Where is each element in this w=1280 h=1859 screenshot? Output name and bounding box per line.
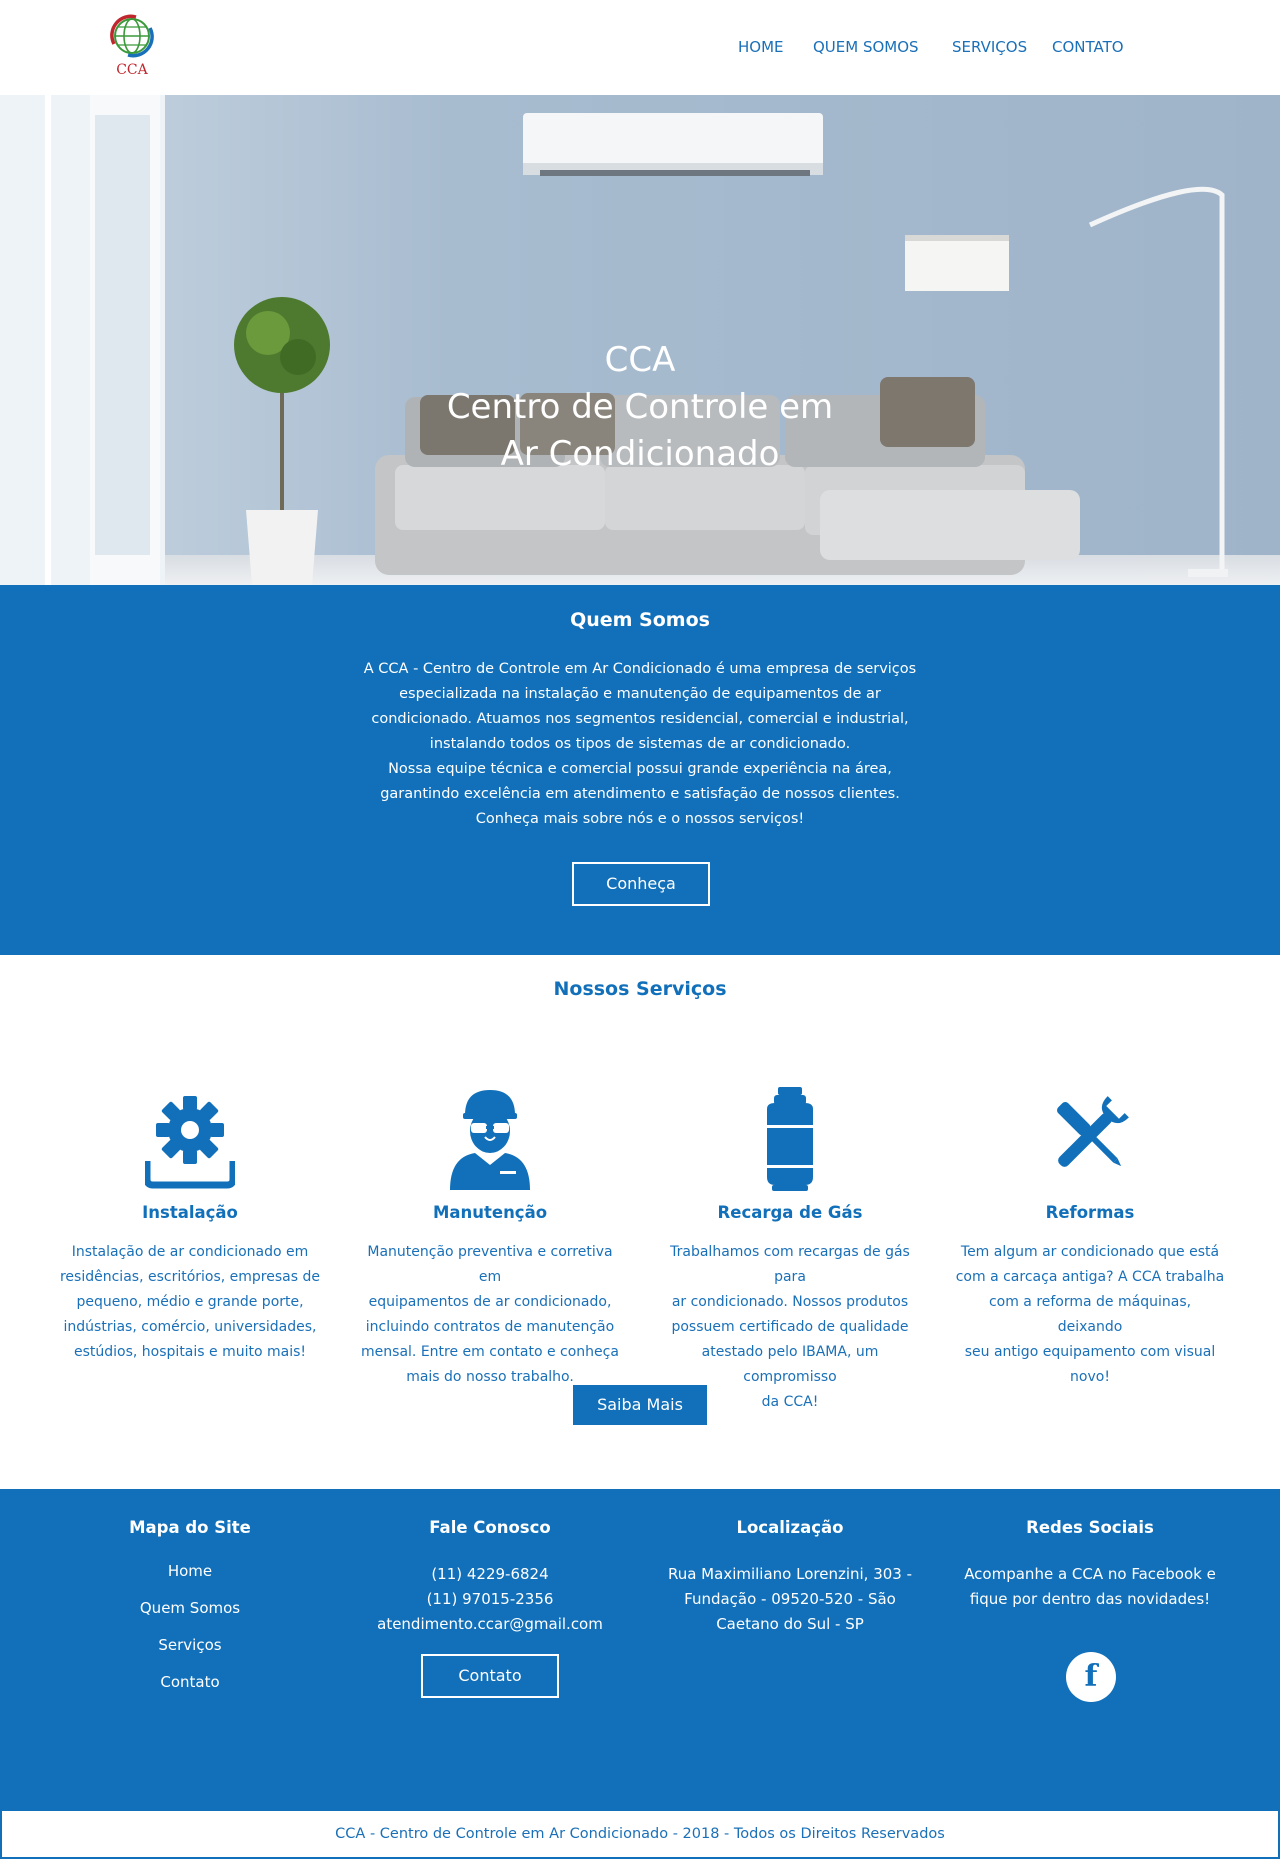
about-line: instalando todos os tipos de sistemas de… [429, 736, 851, 752]
sitemap-link-home[interactable]: Home [40, 1562, 340, 1580]
contact-email[interactable]: atendimento.ccar@gmail.com [340, 1612, 640, 1637]
copyright-text: CCA - Centro de Controle em Ar Condicion… [335, 1826, 945, 1842]
service-line: com a carcaça antiga? A CCA trabalha [955, 1269, 1225, 1285]
site-footer: Mapa do Site Home Quem Somos Serviços Co… [0, 1489, 1280, 1809]
copyright-bar: CCA - Centro de Controle em Ar Condicion… [0, 1809, 1280, 1859]
service-line: Tem algum ar condicionado que está [960, 1244, 1220, 1260]
technician-icon [445, 1085, 535, 1195]
about-line: Conheça mais sobre nós e o nossos serviç… [475, 811, 805, 827]
sitemap-link-contato[interactable]: Contato [40, 1673, 340, 1691]
contato-button[interactable]: Contato [421, 1654, 559, 1698]
service-text: Manutenção preventiva e corretiva em equ… [355, 1240, 625, 1390]
gas-cylinder-icon [745, 1085, 835, 1195]
social-lines: Acompanhe a CCA no Facebook e fique por … [940, 1562, 1240, 1612]
tools-icon [1045, 1085, 1135, 1195]
service-line: Trabalhamos com recargas de gás para [670, 1244, 910, 1285]
logo-text: CCA [116, 62, 148, 78]
service-line: atestado pelo IBAMA, um compromisso [701, 1344, 879, 1385]
service-line: seu antigo equipamento com visual [964, 1344, 1216, 1360]
contact-title: Fale Conosco [429, 1518, 551, 1537]
service-line: pequeno, médio e grande porte, [76, 1294, 304, 1310]
sitemap-link-servicos[interactable]: Serviços [40, 1636, 340, 1654]
sitemap-link-quem-somos[interactable]: Quem Somos [40, 1599, 340, 1617]
about-line: condicionado. Atuamos nos segmentos resi… [371, 711, 909, 727]
service-line: estúdios, hospitais e muito mais! [74, 1344, 306, 1360]
service-line: incluindo contratos de manutenção [365, 1319, 615, 1335]
about-line: garantindo excelência em atendimento e s… [380, 786, 900, 802]
service-line: novo! [1070, 1369, 1110, 1385]
site-header: CCA HOME QUEM SOMOS SERVIÇOS CONTATO [0, 0, 1280, 95]
about-line: especializada na instalação e manutenção… [399, 686, 881, 702]
address-line: Fundação - 09520-520 - São [684, 1590, 896, 1608]
service-title: Manutenção [432, 1203, 548, 1222]
nav-servicos[interactable]: SERVIÇOS [952, 38, 1027, 56]
social-title: Redes Sociais [1026, 1518, 1154, 1537]
social-line: fique por dentro das novidades! [969, 1590, 1211, 1608]
hero-title-line: Centro de Controle em [446, 387, 834, 427]
nav-home[interactable]: HOME [738, 38, 784, 56]
location-lines: Rua Maximiliano Lorenzini, 303 - Fundaçã… [640, 1562, 940, 1637]
about-section: Quem Somos A CCA - Centro de Controle em… [0, 585, 1280, 955]
conheca-button[interactable]: Conheça [572, 862, 710, 906]
service-title: Reformas [1045, 1203, 1135, 1222]
about-text: A CCA - Centro de Controle em Ar Condici… [360, 657, 920, 832]
address-line: Rua Maximiliano Lorenzini, 303 - [667, 1565, 913, 1583]
location-title: Localização [736, 1518, 844, 1537]
nav-quem-somos[interactable]: QUEM SOMOS [813, 38, 919, 56]
service-title: Instalação [142, 1203, 238, 1222]
service-line: mensal. Entre em contato e conheça [361, 1344, 619, 1360]
social-line: Acompanhe a CCA no Facebook e [964, 1565, 1216, 1583]
hero-title-line: CCA [604, 340, 676, 380]
service-line: indústrias, comércio, universidades, [63, 1319, 317, 1335]
service-text: Tem algum ar condicionado que está com a… [955, 1240, 1225, 1390]
gear-install-icon [143, 1085, 237, 1195]
sitemap-title: Mapa do Site [129, 1518, 251, 1537]
saiba-mais-button[interactable]: Saiba Mais [573, 1385, 707, 1425]
globe-logo-icon [110, 14, 154, 58]
contact-phone: (11) 4229-6824 [431, 1565, 549, 1583]
service-line: Manutenção preventiva e corretiva em [367, 1244, 613, 1285]
facebook-glyph: f [1084, 1659, 1098, 1694]
service-line: equipamentos de ar condicionado, [368, 1294, 612, 1310]
service-line: ar condicionado. Nossos produtos [671, 1294, 909, 1310]
service-title: Recarga de Gás [717, 1203, 863, 1222]
service-line: residências, escritórios, empresas de [59, 1269, 320, 1285]
about-line: A CCA - Centro de Controle em Ar Condici… [363, 661, 917, 677]
about-line: Nossa equipe técnica e comercial possui … [388, 761, 892, 777]
hero-banner: CCA Centro de Controle em Ar Condicionad… [0, 95, 1280, 585]
address-line: Caetano do Sul - SP [716, 1615, 864, 1633]
services-title: Nossos Serviços [553, 978, 727, 1000]
contact-phone: (11) 97015-2356 [426, 1590, 554, 1608]
service-text: Instalação de ar condicionado em residên… [55, 1240, 325, 1365]
facebook-icon[interactable]: f [1066, 1652, 1116, 1702]
service-line: possuem certificado de qualidade [671, 1319, 909, 1335]
contact-lines: (11) 4229-6824 (11) 97015-2356 atendimen… [340, 1562, 640, 1637]
hero-title-line: Ar Condicionado [500, 434, 780, 474]
service-line: com a reforma de máquinas, deixando [988, 1294, 1192, 1335]
nav-contato[interactable]: CONTATO [1052, 38, 1124, 56]
service-line: Instalação de ar condicionado em [71, 1244, 309, 1260]
hero-title: CCA Centro de Controle em Ar Condicionad… [340, 337, 940, 478]
about-title: Quem Somos [570, 609, 710, 631]
cca-logo[interactable]: CCA [106, 14, 158, 82]
